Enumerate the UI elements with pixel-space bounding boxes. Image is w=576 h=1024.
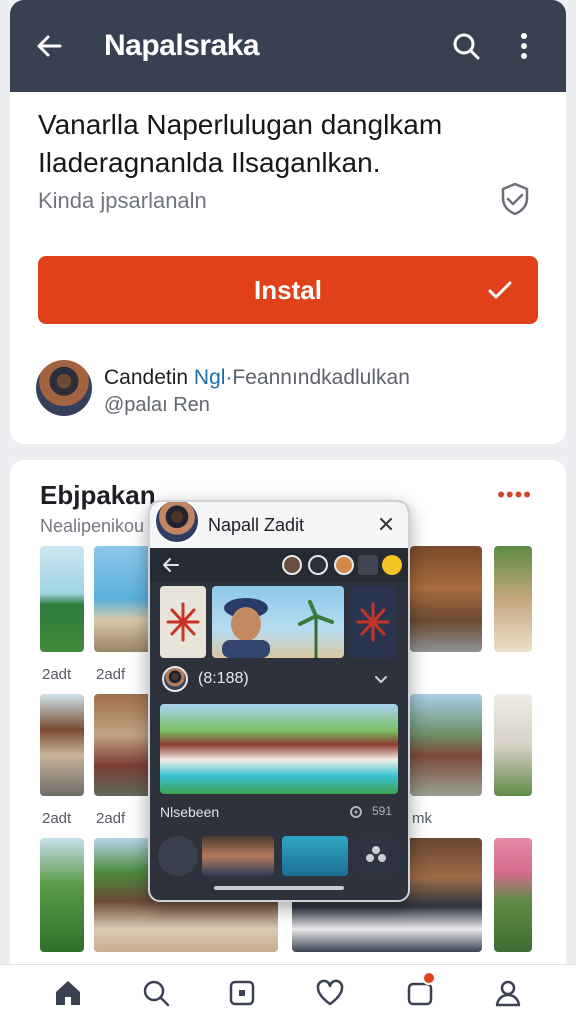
app-info-card: Vanarlla Naperlulugan danglkam Iladeragn…: [10, 92, 566, 444]
gallery-thumbnail[interactable]: [410, 546, 482, 652]
app-screen: Napalsraka Vanarlla Naperlulugan danglka…: [0, 0, 576, 1024]
notification-badge: [422, 971, 436, 985]
heart-icon[interactable]: [314, 977, 346, 1009]
top-app-bar: Napalsraka: [10, 0, 566, 92]
section-subtitle: Nealipenikou: [40, 516, 145, 536]
gallery-thumbnail[interactable]: [494, 838, 532, 952]
gallery-icon[interactable]: [358, 555, 378, 575]
preview-footer-text: Nlsebeen: [160, 804, 220, 820]
search-icon[interactable]: [446, 26, 486, 66]
avatar[interactable]: [334, 555, 354, 575]
check-icon: [486, 276, 514, 304]
section-title: Ebjpakan: [40, 480, 156, 510]
developer-row[interactable]: Candetin Ngl·Feannındkadlulkan @palaı Re…: [36, 360, 536, 420]
bottom-navigation: [0, 964, 576, 1024]
install-button-label: Instal: [254, 274, 322, 305]
preview-tile-portrait[interactable]: [212, 586, 344, 658]
library-icon[interactable]: [226, 977, 258, 1009]
preview-header: Napall Zadit: [150, 502, 408, 548]
settings-icon[interactable]: [348, 804, 364, 820]
gallery-thumbnail[interactable]: [94, 694, 154, 796]
profile-icon[interactable]: [492, 977, 524, 1009]
developer-name: Candetin Ngl·Feannındkadlulkan: [104, 366, 410, 389]
compass-icon[interactable]: [308, 555, 328, 575]
preview-tile-flower[interactable]: [160, 586, 206, 658]
shield-check-icon[interactable]: [496, 180, 534, 218]
gallery-thumbnail[interactable]: [410, 694, 482, 796]
preview-tile[interactable]: [158, 836, 198, 876]
preview-title: Napall Zadit: [208, 515, 305, 535]
app-headline: Vanarlla Naperlulugan danglkam: [38, 109, 443, 140]
developer-handle: @palaı Ren: [104, 394, 210, 416]
preview-row-text: (8:188): [198, 670, 249, 687]
preview-tile[interactable]: [202, 836, 274, 876]
gallery-thumbnail[interactable]: [40, 694, 84, 796]
thumbnail-label: 2adf: [96, 810, 126, 827]
back-arrow-icon[interactable]: [32, 29, 66, 63]
avatar[interactable]: [282, 555, 302, 575]
avatar: [162, 666, 188, 692]
thumbnail-label: 2adt: [42, 810, 72, 827]
preview-tile-flower[interactable]: [350, 586, 396, 658]
avatar: [154, 502, 200, 544]
home-indicator: [214, 886, 344, 890]
preview-tile[interactable]: [282, 836, 348, 876]
thumbnail-label: 2adf: [96, 666, 126, 683]
preview-row[interactable]: (8:188): [150, 662, 408, 702]
app-headline-line2: Iladeragnanlda Ilsaganlkan.: [38, 147, 381, 178]
chevron-down-icon[interactable]: [372, 670, 390, 688]
page-title: Napalsraka: [104, 29, 260, 62]
thumbnail-label: 2adt: [42, 666, 72, 683]
preview-footer-count: 591: [371, 804, 392, 818]
gallery-thumbnail[interactable]: [494, 546, 532, 652]
preview-footer: Nlsebeen 591: [150, 798, 408, 828]
search-icon[interactable]: [140, 977, 172, 1009]
floating-preview-window[interactable]: Napall Zadit (8:188) Nlsebeen 591: [148, 500, 410, 902]
close-icon[interactable]: [376, 514, 396, 534]
more-vertical-icon[interactable]: [504, 26, 544, 66]
emoji-icon[interactable]: [382, 555, 402, 575]
more-dots-icon[interactable]: ••••: [497, 482, 532, 508]
gallery-thumbnail[interactable]: [94, 546, 154, 652]
home-icon[interactable]: [52, 977, 84, 1009]
gallery-thumbnail[interactable]: [40, 546, 84, 652]
avatar[interactable]: [36, 360, 92, 416]
install-button[interactable]: Instal: [38, 256, 538, 324]
preview-toolbar: [150, 548, 408, 582]
preview-tile[interactable]: [354, 836, 398, 876]
app-subtitle: Kinda jpsarlanaln: [38, 188, 207, 213]
back-arrow-icon[interactable]: [160, 554, 182, 576]
gallery-thumbnail[interactable]: [494, 694, 532, 796]
gallery-thumbnail[interactable]: [40, 838, 84, 952]
thumbnail-label: mk: [412, 810, 432, 827]
preview-image-resort[interactable]: [160, 704, 398, 794]
